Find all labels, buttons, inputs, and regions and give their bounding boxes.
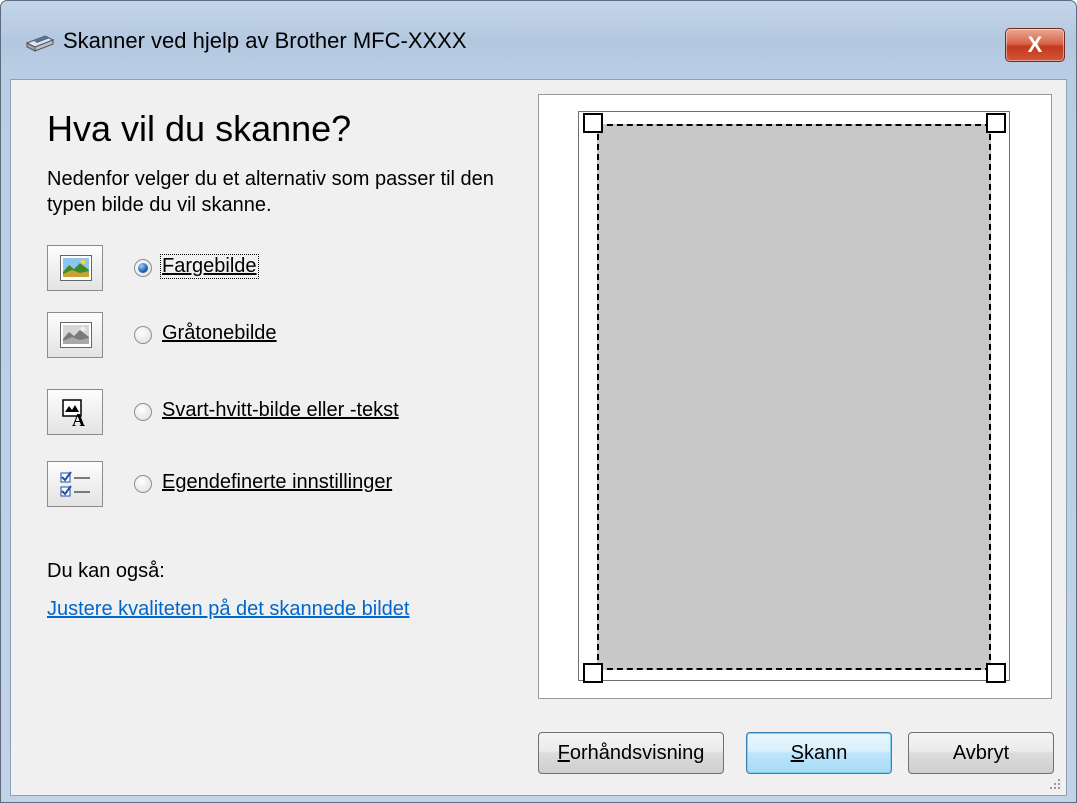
option-label[interactable]: Fargebilde (160, 254, 259, 279)
cancel-button[interactable]: Avbryt (908, 732, 1054, 774)
scanner-icon (25, 35, 55, 52)
close-button[interactable]: X (1005, 28, 1065, 62)
grayscale-picture-icon (60, 322, 92, 348)
crop-handle-top-right[interactable] (986, 113, 1006, 133)
resize-grip-icon[interactable] (1048, 777, 1062, 791)
radio-color-picture[interactable] (134, 259, 152, 277)
option-black-white[interactable]: A Svart-hvitt-bilde eller -tekst (47, 389, 527, 437)
radio-grayscale-picture[interactable] (134, 326, 152, 344)
close-icon[interactable]: X (1028, 32, 1043, 57)
scan-button[interactable]: Skann (746, 732, 892, 774)
also-label: Du kan også: (47, 560, 165, 582)
page-title: Hva vil du skanne? (47, 108, 352, 149)
option-label-text[interactable]: Gråtonebilde (162, 322, 277, 344)
adjust-quality-link[interactable]: Justere kvaliteten på det skannede bilde… (47, 598, 409, 621)
scan-button-label[interactable]: kann (804, 742, 847, 764)
option-label[interactable]: Egendefinerte innstillinger (161, 471, 393, 494)
option-label[interactable]: Svart-hvitt-bilde eller -tekst (161, 399, 400, 422)
color-picture-button[interactable] (47, 245, 103, 291)
color-picture-icon (60, 255, 92, 281)
custom-settings-icon (60, 471, 90, 497)
dialog-content: Hva vil du skanne? Nedenfor velger du et… (10, 79, 1067, 796)
crop-handle-top-left[interactable] (583, 113, 603, 133)
title-bar[interactable]: Skanner ved hjelp av Brother MFC-XXXX X (1, 1, 1076, 79)
radio-custom-settings[interactable] (134, 475, 152, 493)
preview-pane[interactable] (538, 94, 1052, 699)
preview-button-label[interactable]: orhåndsvisning (570, 742, 705, 764)
option-grayscale-picture[interactable]: Gråtonebilde (47, 312, 527, 360)
window-title: Skanner ved hjelp av Brother MFC-XXXX (63, 28, 467, 53)
black-white-text-icon: A (62, 399, 85, 427)
black-white-button[interactable]: A (47, 389, 103, 435)
description-text: Nedenfor velger du et alternativ som pas… (47, 168, 494, 216)
scan-area[interactable] (597, 124, 991, 670)
custom-settings-button[interactable] (47, 461, 103, 507)
option-label[interactable]: Gråtonebilde (161, 322, 278, 345)
option-label-text[interactable]: Svart-hvitt-bilde eller -tekst (162, 399, 399, 421)
scanner-dialog: Skanner ved hjelp av Brother MFC-XXXX X … (0, 0, 1077, 803)
option-custom-settings[interactable]: Egendefinerte innstillinger (47, 461, 527, 509)
radio-black-white[interactable] (134, 403, 152, 421)
preview-button-accel[interactable]: F (558, 742, 570, 764)
option-label-text[interactable]: Fargebilde (162, 255, 257, 277)
crop-handle-bottom-right[interactable] (986, 663, 1006, 683)
svg-text:A: A (72, 410, 85, 427)
grayscale-picture-button[interactable] (47, 312, 103, 358)
option-label-text[interactable]: Egendefinerte innstillinger (162, 471, 392, 493)
crop-handle-bottom-left[interactable] (583, 663, 603, 683)
option-color-picture[interactable]: Fargebilde (47, 245, 527, 293)
scan-button-accel[interactable]: S (791, 742, 804, 764)
preview-button[interactable]: Forhåndsvisning (538, 732, 724, 774)
